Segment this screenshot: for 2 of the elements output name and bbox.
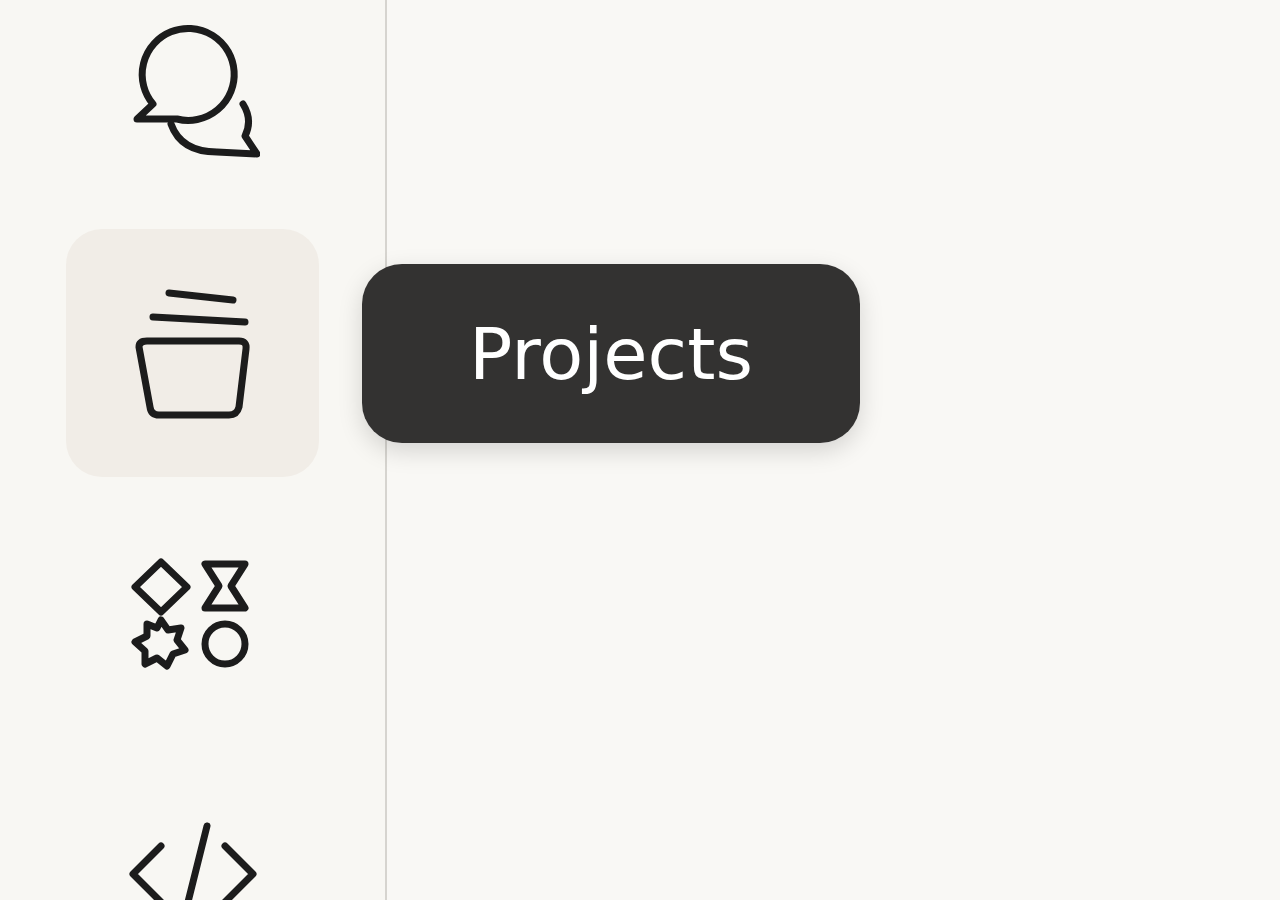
code-icon <box>126 822 259 900</box>
tooltip: Projects <box>362 264 860 443</box>
